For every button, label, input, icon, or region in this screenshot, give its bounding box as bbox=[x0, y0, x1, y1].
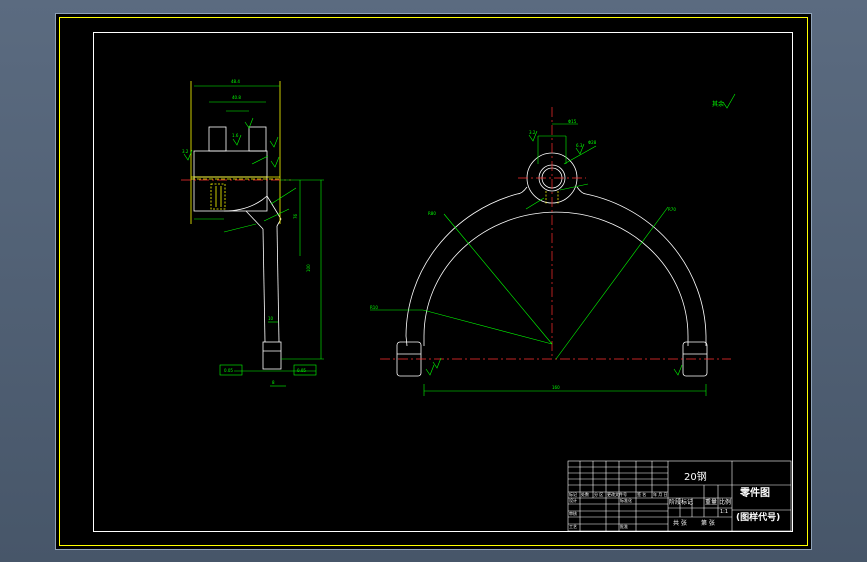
dim-front-r-large: R80 bbox=[428, 211, 436, 216]
dim-side-foot-tol-left: 0.05 bbox=[224, 368, 233, 373]
roughness-side-2: 1.6 bbox=[232, 133, 239, 138]
role-standardize: 标准化 bbox=[620, 498, 632, 503]
side-neck-right bbox=[266, 195, 282, 227]
dim-side-foot: 10 bbox=[268, 316, 274, 321]
title-drawing-name: 零件图 bbox=[740, 488, 770, 499]
title-drawing-code: (图样代号) bbox=[736, 513, 781, 523]
role-checker: 审核 bbox=[569, 511, 577, 516]
front-arc-outer-left bbox=[405, 193, 518, 347]
side-rod-left bbox=[262, 228, 266, 343]
side-view bbox=[193, 126, 282, 370]
role-approve: 批准 bbox=[620, 524, 628, 529]
dim-side-slot-width: 40.8 bbox=[232, 95, 241, 100]
roughness-front-2: 6.3 bbox=[576, 143, 583, 148]
front-centerlines bbox=[380, 107, 731, 360]
side-arm-right bbox=[248, 126, 267, 152]
row-label-sign: 签 名 bbox=[637, 492, 647, 497]
row-label-count: 处数 bbox=[581, 492, 589, 497]
side-arm-left bbox=[208, 126, 227, 152]
role-designer: 设计 bbox=[569, 498, 577, 503]
dim-front-width: 160 bbox=[552, 385, 560, 390]
side-dimensions bbox=[183, 85, 324, 387]
dim-side-foot-tol-right: 0.05 bbox=[297, 368, 306, 373]
row-label-zone: 分 区 bbox=[594, 492, 604, 497]
title-weight: 重量 bbox=[705, 499, 718, 506]
side-neck-inner bbox=[245, 210, 264, 230]
dim-front-r-inner: R70 bbox=[668, 207, 676, 212]
dim-side-foot-h: 8 bbox=[272, 380, 275, 385]
rest-roughness-note: 其余 bbox=[712, 100, 724, 108]
role-process: 工艺 bbox=[569, 524, 577, 529]
title-stage-mark: 阶段标记 bbox=[669, 499, 694, 506]
title-scale: 比例 bbox=[719, 499, 732, 506]
dim-side-height-total: 100 bbox=[306, 264, 311, 272]
drawing-sheet: 48.4 40.8 100 76 10 0.05 0.05 8 3.2 1.6 bbox=[55, 13, 812, 550]
cad-drawing: 48.4 40.8 100 76 10 0.05 0.05 8 3.2 1.6 bbox=[181, 79, 792, 532]
title-sheet-total: 共 张 bbox=[673, 520, 687, 527]
front-arc-outer-right bbox=[585, 193, 707, 346]
dim-front-r-left: R10 bbox=[370, 305, 378, 310]
title-scale-value: 1:1 bbox=[720, 509, 729, 515]
title-material: 20钢 bbox=[684, 472, 707, 483]
front-dimensions bbox=[370, 93, 736, 396]
roughness-front-1: 3.2 bbox=[529, 130, 536, 135]
front-arc-inner bbox=[423, 211, 689, 346]
side-rod-right bbox=[276, 225, 280, 343]
dim-side-top-width: 48.4 bbox=[231, 79, 240, 84]
dim-front-hole: Φ15 bbox=[568, 119, 577, 124]
roughness-side-1: 3.2 bbox=[182, 149, 189, 154]
row-label-mark: 标记 bbox=[569, 492, 577, 497]
side-hub-upper bbox=[193, 150, 268, 178]
row-label-date: 年 月 日 bbox=[653, 492, 668, 497]
front-boss-outer bbox=[526, 152, 578, 204]
side-foot bbox=[262, 341, 282, 370]
dim-front-boss: Φ28 bbox=[588, 140, 597, 145]
side-hub-lower bbox=[193, 176, 268, 212]
title-sheet-no: 第 张 bbox=[701, 520, 715, 527]
side-neck-curve bbox=[223, 195, 268, 212]
row-label-change: 更改文件号 bbox=[607, 492, 627, 497]
dim-side-height-lower: 76 bbox=[293, 213, 298, 219]
